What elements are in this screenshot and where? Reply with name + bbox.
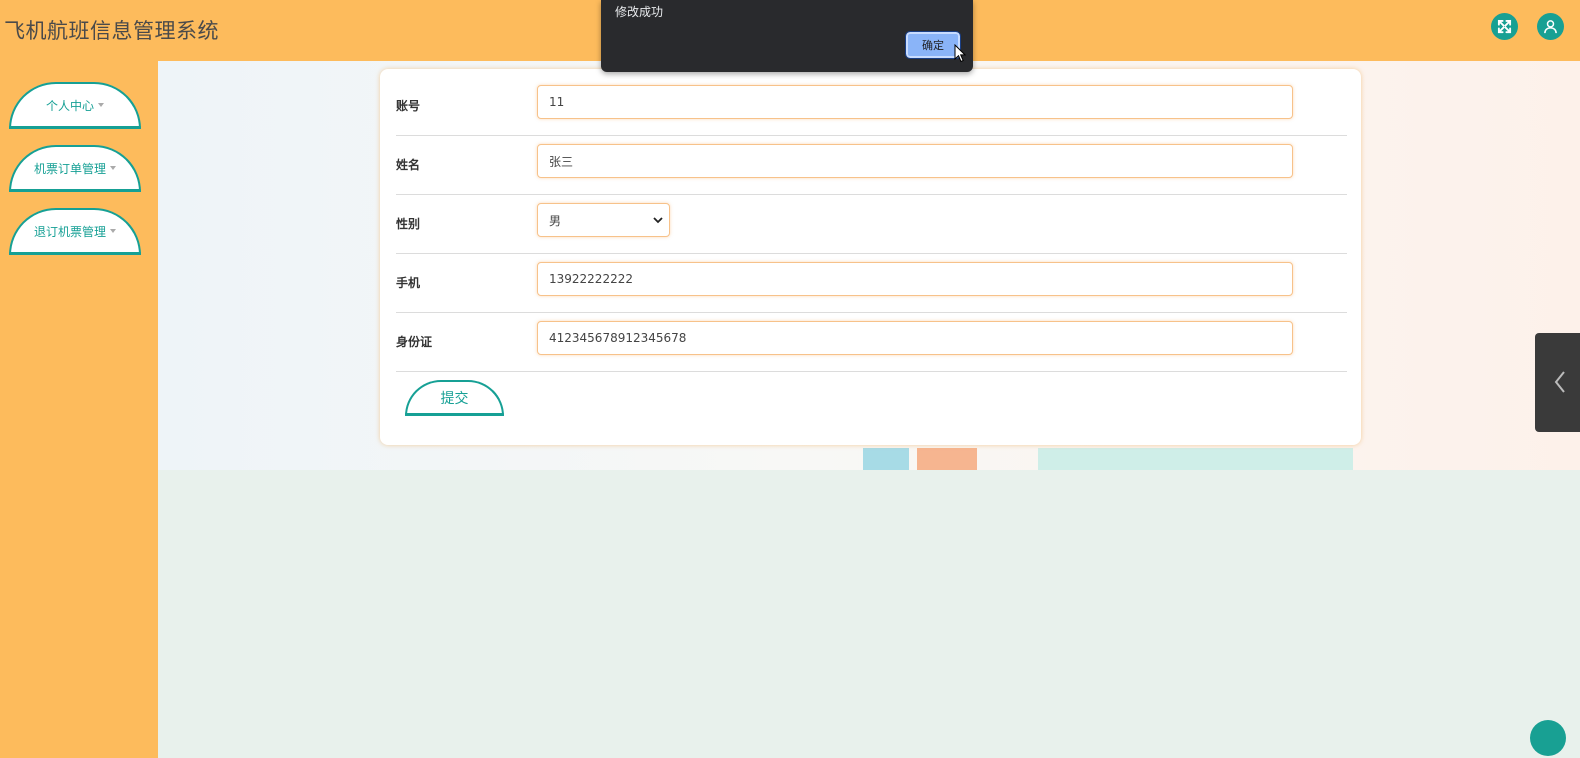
name-input[interactable]: 张三 xyxy=(537,144,1293,178)
floating-button[interactable] xyxy=(1530,720,1566,756)
chevron-left-icon xyxy=(1554,371,1565,393)
phone-label: 手机 xyxy=(396,276,421,290)
caret-down-icon xyxy=(110,229,116,233)
name-label: 姓名 xyxy=(396,158,421,172)
sidebar-item-ticket-refunds[interactable]: 退订机票管理 xyxy=(9,208,141,255)
mouse-cursor-icon xyxy=(954,44,966,63)
phone-row: 手机 13922222222 xyxy=(396,254,1347,313)
id-card-input[interactable]: 412345678912345678 xyxy=(537,321,1293,355)
sidebar-item-label: 个人中心 xyxy=(45,98,94,113)
app-title: 飞机航班信息管理系统 xyxy=(4,19,219,43)
gender-select[interactable]: 男 xyxy=(537,203,670,237)
phone-input[interactable]: 13922222222 xyxy=(537,262,1293,296)
submit-button[interactable]: 提交 xyxy=(405,380,504,416)
sidebar-item-personal-center[interactable]: 个人中心 xyxy=(9,82,141,129)
profile-form: 账号 11 姓名 张三 性别 男 手机 13922222222 身份证 4123… xyxy=(380,69,1361,445)
account-label: 账号 xyxy=(396,99,421,113)
caret-down-icon xyxy=(98,103,104,107)
caret-down-icon xyxy=(110,166,116,170)
decoration xyxy=(1038,448,1353,470)
decoration xyxy=(863,448,909,470)
expand-icon[interactable] xyxy=(1491,13,1518,40)
name-row: 姓名 张三 xyxy=(396,136,1347,195)
account-input[interactable]: 11 xyxy=(537,85,1293,119)
chevron-down-icon xyxy=(653,216,663,223)
decoration xyxy=(917,448,977,470)
side-panel-toggle[interactable] xyxy=(1535,333,1580,432)
alert-message: 修改成功 xyxy=(615,5,664,19)
sidebar-item-label: 退订机票管理 xyxy=(33,224,106,239)
user-icon[interactable] xyxy=(1537,13,1564,40)
gender-row: 性别 男 xyxy=(396,195,1347,254)
ok-button[interactable]: 确定 xyxy=(905,31,961,59)
gender-label: 性别 xyxy=(396,217,421,231)
account-row: 账号 11 xyxy=(396,77,1347,136)
sidebar-item-ticket-orders[interactable]: 机票订单管理 xyxy=(9,145,141,192)
id-card-label: 身份证 xyxy=(396,335,433,349)
sidebar-item-label: 机票订单管理 xyxy=(33,161,106,176)
sidebar: 个人中心 机票订单管理 退订机票管理 xyxy=(0,61,158,758)
id-card-row: 身份证 412345678912345678 xyxy=(396,313,1347,372)
